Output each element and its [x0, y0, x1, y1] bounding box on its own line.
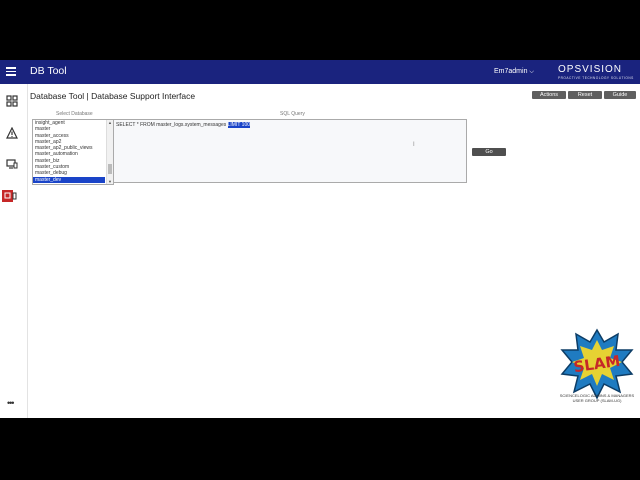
more-options-icon[interactable]: •••: [7, 398, 15, 408]
sql-selected-text: LIMIT 100: [227, 122, 251, 128]
go-button[interactable]: Go: [472, 148, 506, 156]
app-title: DB Tool: [30, 65, 67, 77]
guide-button[interactable]: Guide: [604, 91, 636, 99]
hamburger-menu-icon[interactable]: [6, 67, 16, 76]
sidebar: •••: [0, 84, 28, 418]
sql-query-textarea[interactable]: SELECT * FROM master_logs.system_message…: [113, 119, 467, 183]
logo-subtext: PROACTIVE TECHNOLOGY SOLUTIONS: [558, 76, 634, 80]
page-title: Database Tool | Database Support Interfa…: [30, 91, 196, 101]
select-database-label: Select Database: [56, 111, 93, 117]
warning-icon[interactable]: [6, 127, 18, 139]
slam-ug-caption: SCIENCELOGIC ADMINS & MANAGERS USER GROU…: [556, 393, 638, 403]
scroll-thumb[interactable]: [108, 164, 112, 174]
sql-query-label: SQL Query: [280, 111, 305, 117]
user-name: Em7admin: [494, 68, 528, 75]
database-select-list[interactable]: insight_agent master master_access master_a…: [32, 119, 114, 185]
chevron-down-icon: ⌵: [529, 69, 534, 75]
database-items: insight_agent master master_access master_a…: [33, 120, 113, 183]
sql-query-text: SELECT * FROM master_logs.system_message…: [116, 122, 228, 128]
user-menu[interactable]: Em7admin ⌵: [494, 68, 534, 76]
database-list-scrollbar[interactable]: ▲ ▼: [106, 120, 113, 184]
database-tool-icon[interactable]: [2, 190, 18, 202]
top-bar: DB Tool Em7admin ⌵ OPSVISION PROACTIVE T…: [0, 60, 640, 84]
slam-caption-line2: USER GROUP (SLAM-UG): [572, 398, 622, 403]
logo-main-text: OPSVISION: [558, 64, 623, 75]
database-option[interactable]: master_dev: [33, 176, 105, 183]
actions-button[interactable]: Actions: [532, 91, 566, 99]
dashboard-icon[interactable]: [6, 95, 18, 107]
opsvision-logo: OPSVISION PROACTIVE TECHNOLOGY SOLUTIONS: [558, 64, 634, 80]
app-window: DB Tool Em7admin ⌵ OPSVISION PROACTIVE T…: [0, 60, 640, 418]
slam-ug-logo: SLAM: [560, 328, 634, 400]
text-cursor-icon: I: [413, 142, 415, 148]
devices-icon[interactable]: [6, 158, 18, 170]
reset-button[interactable]: Reset: [568, 91, 602, 99]
